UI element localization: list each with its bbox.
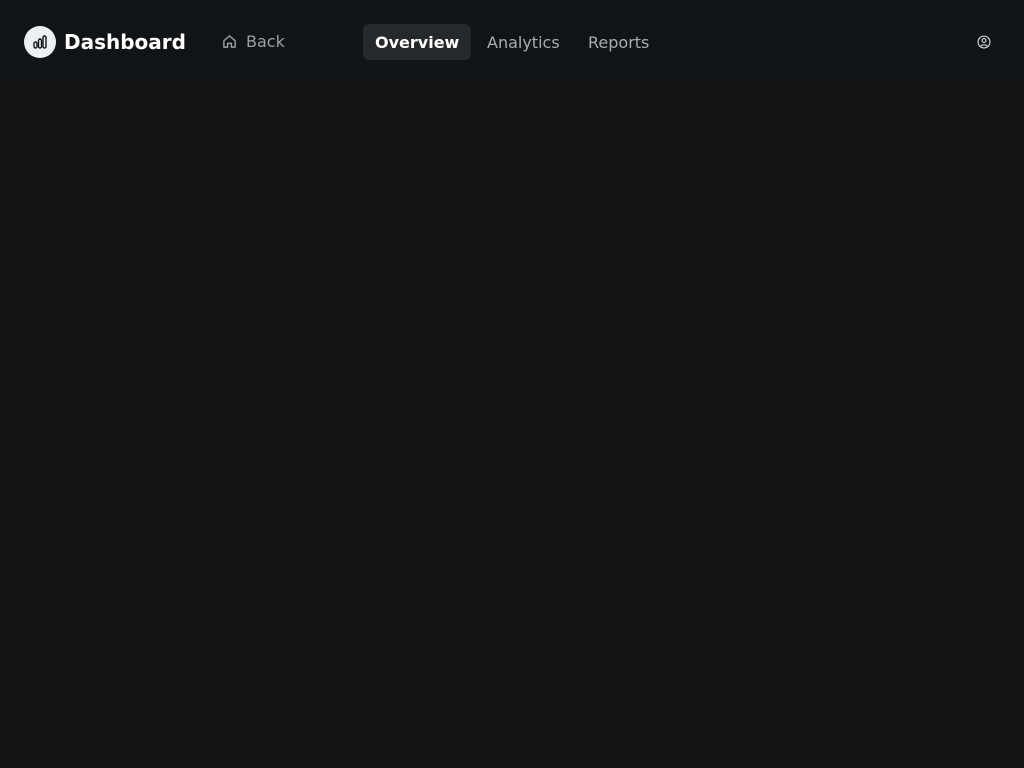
tab-overview-label: Overview: [375, 32, 460, 52]
user-circle-icon: [977, 35, 991, 49]
back-link[interactable]: Back: [222, 29, 285, 53]
home-icon: [223, 34, 236, 48]
bar-chart-icon: [33, 35, 47, 49]
main-content-area: [0, 84, 1024, 768]
profile-button[interactable]: [975, 33, 993, 51]
app-logo[interactable]: [24, 26, 56, 58]
tab-reports[interactable]: Reports: [576, 24, 661, 60]
tab-analytics[interactable]: Analytics: [475, 24, 572, 60]
top-navigation-bar: Dashboard Back Overview Analytics Report…: [0, 0, 1024, 84]
back-label: Back: [246, 31, 285, 51]
tab-reports-label: Reports: [588, 32, 650, 52]
tab-analytics-label: Analytics: [487, 32, 560, 52]
tab-overview[interactable]: Overview: [363, 24, 471, 60]
app-title: Dashboard: [64, 30, 186, 54]
